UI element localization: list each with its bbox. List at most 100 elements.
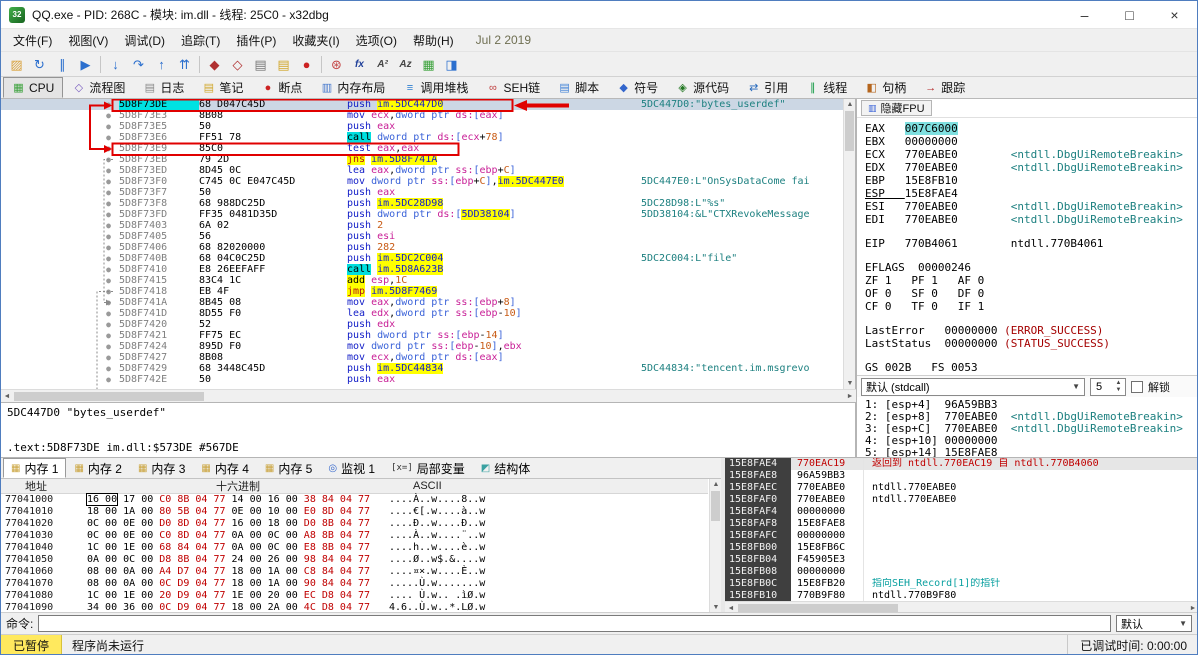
dump-row[interactable]: 77041060 08 00 0A 00 A4 D7 04 77 18 00 1A… (1, 566, 708, 578)
dump-row[interactable]: 77041010 18 00 1A 00 80 5B 04 77 0E 00 10… (1, 506, 708, 518)
menu-item[interactable]: 文件(F) (5, 29, 60, 52)
breakpoint-dot[interactable]: ● (1, 165, 119, 176)
tab-memory-map[interactable]: ▥ 内存布局 (311, 77, 394, 98)
scroll-left-icon[interactable]: ◄ (1, 390, 13, 402)
disasm-row[interactable]: ● 5D8F741D 8D55 F0 lea edx,dword ptr ss:[eb… (1, 308, 855, 319)
disasm-row[interactable]: ● 5D8F7424 895D F0 mov dword ptr ss:[ebp-10… (1, 341, 855, 352)
register-row[interactable]: EIP 770B4061 ntdll.770B4061 (865, 237, 1197, 250)
dump-row[interactable]: 77041000 16 00 17 00 C0 8B 04 77 14 00 16… (1, 493, 708, 506)
disasm-row[interactable]: ● 5D8F7415 83C4 1C add esp,1C (1, 275, 855, 286)
register-row[interactable]: EBX 00000000 (865, 135, 1197, 148)
tab-handles[interactable]: ◧ 句柄 (856, 77, 915, 98)
menu-item[interactable]: 调试(D) (116, 29, 173, 52)
command-mode-select[interactable]: 默认 ▼ (1116, 615, 1192, 632)
stack-row[interactable]: 15E8FB08 00000000 (725, 566, 1197, 578)
breakpoint-dot[interactable]: ● (1, 99, 119, 110)
menu-item[interactable]: 帮助(H) (405, 29, 462, 52)
register-row[interactable]: EAX 007C6000 (865, 122, 1197, 135)
open-file-button[interactable]: ▨ (5, 54, 28, 75)
stack-row[interactable]: 15E8FAE4 770EAC19 返回到 ntdll.770EAC19 自 ntd… (725, 458, 1197, 470)
stack-row[interactable]: 15E8FAEC 770EABE0 ntdll.770EABE0 (725, 482, 1197, 494)
register-row[interactable]: EDX 770EABE0 <ntdll.DbgUiRemoteBreakin> (865, 161, 1197, 174)
tab-breakpoints[interactable]: ● 断点 (252, 77, 311, 98)
log-button[interactable]: ▤ (249, 54, 272, 75)
tab-graph[interactable]: ◇ 流程图 (63, 77, 134, 98)
disasm-row[interactable]: ● 5D8F73FD FF35 0481D35D push dword ptr ds:… (1, 209, 855, 220)
stack-rows[interactable]: 15E8FAE4 770EAC19 返回到 ntdll.770EAC19 自 ntd… (725, 458, 1197, 601)
disasm-row[interactable]: ● 5D8F7406 68 82020000 push 282 (1, 242, 855, 253)
tab-struct[interactable]: ◩ 结构体 (473, 458, 538, 478)
register-row[interactable]: LastError 00000000 (ERROR_SUCCESS) (865, 324, 1197, 337)
breakpoint-dot[interactable]: ● (1, 220, 119, 231)
breakpoint-dot[interactable]: ● (1, 275, 119, 286)
scroll-thumb[interactable] (711, 491, 720, 521)
tab-locals[interactable]: [x=] 局部变量 (383, 458, 473, 478)
scroll-right-icon[interactable]: ► (844, 390, 856, 402)
disasm-row[interactable]: ● 5D8F7418 EB 4F jmp im.5D8F7469 (1, 286, 855, 297)
disasm-vscrollbar[interactable]: ▲ ▼ (843, 99, 855, 389)
dump-row[interactable]: 77041030 0C 00 0E 00 C0 8D 04 77 0A 00 0C… (1, 530, 708, 542)
breakpoint-dot[interactable]: ● (1, 110, 119, 121)
settings-button[interactable]: ⊛ (325, 54, 348, 75)
tab-cpu[interactable]: ▦ CPU (3, 77, 64, 98)
stepper-arrows-icon[interactable]: ▲ ▼ (1113, 379, 1124, 395)
register-row[interactable]: LastStatus 00000000 (STATUS_SUCCESS) (865, 337, 1197, 350)
flags-row[interactable]: CF 0 TF 0 IF 1 (865, 300, 1197, 313)
breakpoints-button[interactable]: ● (295, 54, 318, 75)
breakpoint-dot[interactable]: ● (1, 143, 119, 154)
breakpoint-dot[interactable]: ● (1, 132, 119, 143)
stack-row[interactable]: 15E8FAFC 00000000 (725, 530, 1197, 542)
dump-row[interactable]: 77041070 08 00 0A 00 0C D9 04 77 18 00 1A… (1, 578, 708, 590)
disasm-row[interactable]: ● 5D8F73E9 85C0 test eax,eax (1, 143, 855, 154)
tab-notes[interactable]: ▤ 笔记 (193, 77, 252, 98)
trace-over-button[interactable]: ◇ (226, 54, 249, 75)
scroll-down-icon[interactable]: ▼ (844, 378, 855, 389)
register-row[interactable]: EFLAGS 00000246 (865, 261, 1197, 274)
calling-convention-select[interactable]: 默认 (stdcall) ▼ (861, 377, 1085, 396)
menu-item[interactable]: 追踪(T) (173, 29, 228, 52)
run-button[interactable]: ▶ (74, 54, 97, 75)
run-to-return-button[interactable]: ⇈ (173, 54, 196, 75)
tab-log[interactable]: ▤ 日志 (134, 77, 193, 98)
menu-item[interactable]: 视图(V) (60, 29, 116, 52)
tab-threads[interactable]: ∥ 线程 (797, 77, 856, 98)
register-row[interactable]: EBP 15E8FB10 (865, 174, 1197, 187)
disasm-row[interactable]: ● 5D8F7420 52 push edx (1, 319, 855, 330)
breakpoint-dot[interactable]: ● (1, 198, 119, 209)
breakpoint-dot[interactable]: ● (1, 363, 119, 374)
scroll-thumb[interactable] (14, 392, 204, 401)
stack-row[interactable]: 15E8FAE8 96A59BB3 (725, 470, 1197, 482)
disasm-row[interactable]: ● 5D8F73EB 79 2D jns im.5D8F741A (1, 154, 855, 165)
breakpoint-dot[interactable]: ● (1, 352, 119, 363)
dump-row[interactable]: 77041040 1C 00 1E 00 68 84 04 77 0A 00 0C… (1, 542, 708, 554)
case-button[interactable]: Az (394, 54, 417, 75)
disasm-row[interactable]: ● 5D8F7427 8B08 mov ecx,dword ptr ds:[eax] (1, 352, 855, 363)
disasm-row[interactable]: ● 5D8F73F8 68 988DC25D push im.5DC28D98 5DC2… (1, 198, 855, 209)
breakpoint-dot[interactable]: ● (1, 264, 119, 275)
cpu-chip-button[interactable]: ▦ (417, 54, 440, 75)
disasm-row[interactable]: ● 5D8F73E6 FF51 78 call dword ptr ds:[ecx+7… (1, 132, 855, 143)
stack-row[interactable]: 15E8FB00 15E8FB6C (725, 542, 1197, 554)
breakpoint-dot[interactable]: ● (1, 253, 119, 264)
breakpoint-dot[interactable]: ● (1, 121, 119, 132)
restart-button[interactable]: ↻ (28, 54, 51, 75)
disasm-row[interactable]: ● 5D8F740B 68 04C0C25D push im.5DC2C004 5DC2… (1, 253, 855, 264)
maximize-button[interactable]: □ (1107, 1, 1152, 28)
disasm-row[interactable]: ● 5D8F73DE 68 D047C45D push im.5DC447D0 5DC4… (1, 99, 855, 110)
flags-row[interactable]: OF 0 SF 0 DF 0 (865, 287, 1197, 300)
breakpoint-dot[interactable]: ● (1, 242, 119, 253)
pause-button[interactable]: ∥ (51, 54, 74, 75)
menu-item[interactable]: 收藏夹(I) (284, 29, 347, 52)
tab-seh[interactable]: ∞ SEH链 (477, 77, 549, 98)
step-out-button[interactable]: ↑ (150, 54, 173, 75)
breakpoint-dot[interactable]: ● (1, 176, 119, 187)
stack-row[interactable]: 15E8FAF8 15E8FAE8 (725, 518, 1197, 530)
breakpoint-dot[interactable]: ● (1, 286, 119, 297)
notify-button[interactable]: ◨ (440, 54, 463, 75)
disasm-row[interactable]: ● 5D8F73E3 8B08 mov ecx,dword ptr ds:[eax] (1, 110, 855, 121)
functions-button[interactable]: fx (348, 54, 371, 75)
tab-watch-1[interactable]: ◎ 监视 1 (320, 458, 383, 478)
breakpoint-dot[interactable]: ● (1, 330, 119, 341)
dump-vscrollbar[interactable]: ▲ ▼ (709, 479, 721, 613)
tab-references[interactable]: ⇄ 引用 (738, 77, 797, 98)
